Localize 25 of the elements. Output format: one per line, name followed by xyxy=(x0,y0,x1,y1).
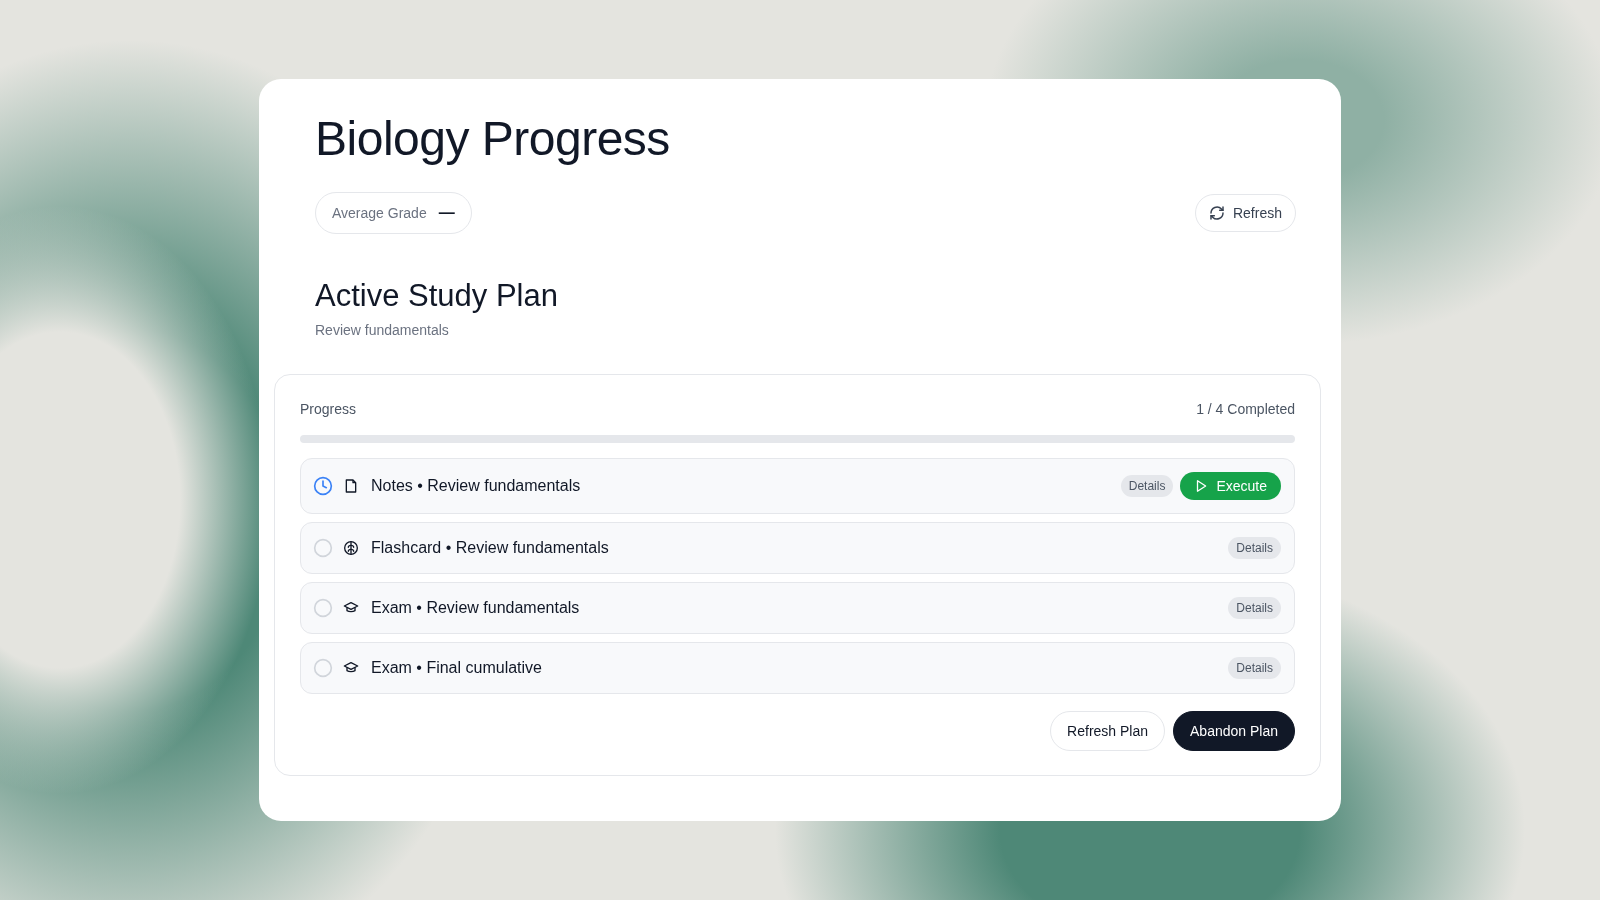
average-grade-label: Average Grade xyxy=(332,205,427,221)
refresh-button[interactable]: Refresh xyxy=(1194,194,1296,232)
task-row[interactable]: Exam • Final cumulative Details xyxy=(300,642,1295,694)
refresh-icon xyxy=(1208,205,1225,221)
task-row[interactable]: Flashcard • Review fundamentals Details xyxy=(300,522,1295,574)
task-label: Flashcard • Review fundamentals xyxy=(371,539,609,557)
task-label: Exam • Final cumulative xyxy=(371,659,542,677)
refresh-plan-button[interactable]: Refresh Plan xyxy=(1050,711,1166,751)
task-label: Exam • Review fundamentals xyxy=(371,599,580,617)
details-button[interactable]: Details xyxy=(1120,475,1174,497)
details-button[interactable]: Details xyxy=(1228,657,1281,679)
document-icon xyxy=(343,478,359,494)
plan-title: Active Study Plan xyxy=(315,278,559,314)
average-grade-value: — xyxy=(438,204,455,222)
plan-subtitle: Review fundamentals xyxy=(315,322,450,338)
details-button[interactable]: Details xyxy=(1228,597,1281,619)
page-title: Biology Progress xyxy=(315,111,671,166)
task-label: Notes • Review fundamentals xyxy=(371,477,581,495)
task-row[interactable]: Exam • Review fundamentals Details xyxy=(300,582,1295,634)
abandon-plan-button[interactable]: Abandon Plan xyxy=(1173,711,1295,751)
progress-label: Progress xyxy=(300,401,357,417)
play-icon xyxy=(1194,479,1209,493)
task-row[interactable]: Notes • Review fundamentals Details Execute xyxy=(300,458,1295,514)
progress-summary: 1 / 4 Completed xyxy=(1196,401,1295,417)
details-button[interactable]: Details xyxy=(1228,537,1281,559)
